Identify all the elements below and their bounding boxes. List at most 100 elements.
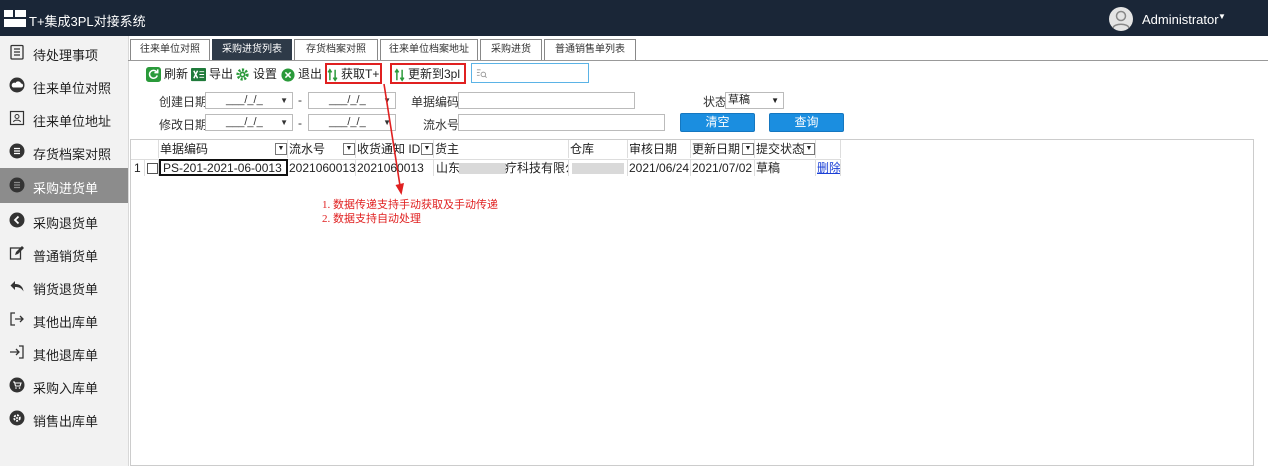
column-filter-chevron-down-icon[interactable]: ▼ xyxy=(742,143,754,155)
doc-code-cell[interactable]: PS-201-2021-06-0013 xyxy=(159,159,288,176)
tab-purchase-receipt[interactable]: 采购进货 xyxy=(480,39,542,60)
range-separator: - xyxy=(298,116,302,130)
owner-cell: 山东 疗科技有限公司 xyxy=(434,159,569,176)
update-3pl-button[interactable]: 更新到3pl xyxy=(394,64,460,84)
tab-partner-mapping[interactable]: 往来单位对照 xyxy=(130,39,210,60)
refresh-icon xyxy=(146,67,161,83)
app-logo-icon xyxy=(4,10,26,27)
sidebar-item-other-return[interactable]: 其他退库单 xyxy=(0,336,128,369)
chevron-down-icon: ▼ xyxy=(280,96,288,105)
modify-date-start-input[interactable]: ___/_/_ ▼ xyxy=(205,114,293,131)
sync-arrows-icon xyxy=(394,68,405,82)
refresh-button[interactable]: 刷新 xyxy=(146,64,188,84)
date-placeholder: ___/_/_ xyxy=(329,94,366,106)
sync-arrows-icon xyxy=(327,68,338,82)
header-label: 仓库 xyxy=(570,142,595,156)
sidebar-item-label: 其他出库单 xyxy=(33,315,99,330)
redacted-blur xyxy=(459,163,506,174)
sidebar-item-label: 采购入库单 xyxy=(33,381,99,396)
reply-icon xyxy=(10,281,24,292)
status-label: 状态 xyxy=(703,95,728,109)
sidebar: 待处理事项 往来单位对照 往来单位地址 存货档案对照 采购进货单 采购退货单 普… xyxy=(0,36,129,466)
tab-inventory-mapping[interactable]: 存货档案对照 xyxy=(294,39,378,60)
toolbar: 刷新 导出 设置 退出 获取T+ 更新到3pl xyxy=(128,62,1268,86)
excel-icon xyxy=(191,68,206,82)
column-filter-chevron-down-icon[interactable]: ▼ xyxy=(803,143,815,155)
exit-label: 退出 xyxy=(298,67,323,81)
sidebar-item-sales-return[interactable]: 销货退货单 xyxy=(0,270,128,303)
sidebar-item-label: 待处理事项 xyxy=(33,48,99,63)
row-select-checkbox[interactable] xyxy=(145,159,159,176)
export-label: 导出 xyxy=(209,67,234,81)
settings-label: 设置 xyxy=(253,67,278,81)
edit-icon xyxy=(9,246,24,260)
header-warehouse[interactable]: 仓库 xyxy=(569,140,628,158)
app-title: T+集成3PL对接系统 xyxy=(29,14,146,29)
refresh-label: 刷新 xyxy=(164,67,189,81)
user-avatar-icon[interactable] xyxy=(1109,7,1133,31)
fetch-tplus-button[interactable]: 获取T+ xyxy=(327,64,379,84)
settings-button[interactable]: 设置 xyxy=(235,64,277,84)
serial-input[interactable] xyxy=(458,114,665,131)
header-label: 单据编码 xyxy=(160,142,209,156)
sidebar-item-label: 往来单位地址 xyxy=(33,114,112,129)
gear-icon xyxy=(236,68,249,81)
header-audit-date[interactable]: 审核日期 xyxy=(628,140,691,158)
sidebar-item-purchase-inbound[interactable]: 采购入库单 xyxy=(0,369,128,402)
sidebar-item-partner-address[interactable]: 往来单位地址 xyxy=(0,102,128,135)
range-separator: - xyxy=(298,93,302,107)
header-doc-code[interactable]: 单据编码 xyxy=(159,140,288,158)
column-filter-chevron-down-icon[interactable]: ▼ xyxy=(275,143,287,155)
sidebar-item-partner-mapping[interactable]: 往来单位对照 xyxy=(0,69,128,102)
clear-button[interactable]: 清空 xyxy=(680,113,755,132)
tab-purchase-receipt-list[interactable]: 采购进货列表 xyxy=(212,39,292,60)
doc-code-input[interactable] xyxy=(458,92,635,109)
data-grid: 单据编码 ▼ 流水号 ▼ 收货通知 ID ▼ 货主 仓库 审核日期 更新日期 ▼… xyxy=(130,139,1254,466)
user-menu-chevron-down-icon[interactable]: ▼ xyxy=(1218,12,1226,21)
delete-link[interactable]: 删除 xyxy=(816,159,841,176)
sidebar-item-other-outbound[interactable]: 其他出库单 xyxy=(0,303,128,336)
close-circle-icon xyxy=(281,68,295,82)
sidebar-item-label: 其他退库单 xyxy=(33,348,99,363)
query-button[interactable]: 查询 xyxy=(769,113,844,132)
date-placeholder: ___/_/_ xyxy=(226,116,263,128)
warehouse-cell xyxy=(569,159,628,176)
sidebar-item-label: 普通销货单 xyxy=(33,249,99,264)
header-label: 提交状态 xyxy=(756,142,805,156)
sidebar-item-pending[interactable]: 待处理事项 xyxy=(0,36,128,69)
tab-sales-order-list[interactable]: 普通销售单列表 xyxy=(544,39,636,60)
sign-out-icon xyxy=(10,312,24,326)
exit-button[interactable]: 退出 xyxy=(281,64,322,84)
sidebar-item-label: 往来单位对照 xyxy=(33,81,112,96)
toolbar-search-input[interactable] xyxy=(471,63,589,83)
sidebar-item-inventory-mapping[interactable]: 存货档案对照 xyxy=(0,135,128,168)
annotation-note-2: 2. 数据支持自动处理 xyxy=(322,213,421,225)
username[interactable]: Administrator xyxy=(1142,12,1219,27)
sign-in-icon xyxy=(10,345,24,359)
sidebar-item-purchase-receipt[interactable]: 采购进货单 xyxy=(0,168,128,203)
date-placeholder: ___/_/_ xyxy=(329,116,366,128)
sidebar-item-label: 销货退货单 xyxy=(33,282,99,297)
status-select[interactable]: 草稿 ▼ xyxy=(725,92,784,109)
create-date-start-input[interactable]: ___/_/_ ▼ xyxy=(205,92,293,109)
modify-date-label: 修改日期 xyxy=(159,118,208,132)
circle-list-icon xyxy=(9,177,25,193)
sidebar-item-label: 销售出库单 xyxy=(33,414,99,429)
annotation-arrow-icon xyxy=(383,83,404,195)
tab-partner-address[interactable]: 往来单位档案地址 xyxy=(380,39,478,60)
header-owner[interactable]: 货主 xyxy=(434,140,569,158)
date-placeholder: ___/_/_ xyxy=(226,94,263,106)
column-filter-chevron-down-icon[interactable]: ▼ xyxy=(343,143,355,155)
sidebar-item-label: 采购退货单 xyxy=(33,216,99,231)
address-card-icon xyxy=(9,110,25,126)
sidebar-item-label: 采购进货单 xyxy=(33,181,99,196)
column-filter-chevron-down-icon[interactable]: ▼ xyxy=(421,143,433,155)
search-icon xyxy=(476,69,487,79)
header-action xyxy=(816,140,841,158)
sidebar-item-sales-order[interactable]: 普通销货单 xyxy=(0,237,128,270)
sidebar-item-sales-outbound[interactable]: 销售出库单 xyxy=(0,402,128,435)
gear-circle-icon xyxy=(9,410,25,426)
sidebar-item-purchase-return[interactable]: 采购退货单 xyxy=(0,204,128,237)
export-button[interactable]: 导出 xyxy=(191,64,233,84)
serial-label: 流水号 xyxy=(423,118,460,132)
